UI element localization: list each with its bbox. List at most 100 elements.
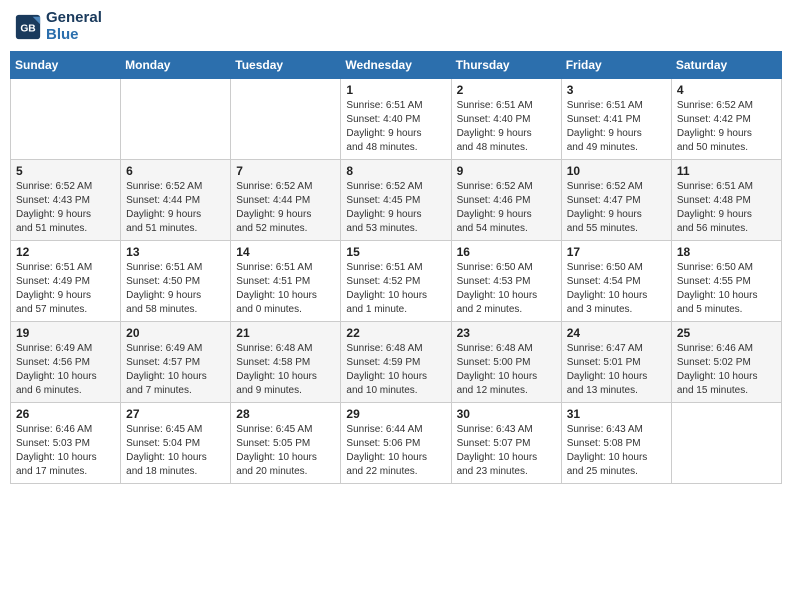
day-cell: 18Sunrise: 6:50 AM Sunset: 4:55 PM Dayli… — [671, 241, 781, 322]
day-info: Sunrise: 6:52 AM Sunset: 4:42 PM Dayligh… — [677, 99, 776, 155]
weekday-header-friday: Friday — [561, 52, 671, 79]
week-row-4: 19Sunrise: 6:49 AM Sunset: 4:56 PM Dayli… — [11, 322, 782, 403]
day-cell: 2Sunrise: 6:51 AM Sunset: 4:40 PM Daylig… — [451, 79, 561, 160]
day-cell: 26 Sunrise: 6:46 AM Sunset: 5:03 PM Dayli… — [11, 403, 121, 484]
day-info: Sunrise: 6:51 AM Sunset: 4:48 PM Dayligh… — [677, 180, 776, 236]
day-cell: 22 Sunrise: 6:48 AM Sunset: 4:59 PM Dayli… — [341, 322, 451, 403]
day-info: Sunrise: 6:51 AM Sunset: 4:40 PM Dayligh… — [346, 99, 445, 155]
weekday-header-thursday: Thursday — [451, 52, 561, 79]
day-cell: 27Sunrise: 6:45 AM Sunset: 5:04 PM Dayli… — [121, 403, 231, 484]
weekday-header-saturday: Saturday — [671, 52, 781, 79]
day-number: 25 — [677, 326, 776, 340]
day-number: 15 — [346, 245, 445, 259]
weekday-header-wednesday: Wednesday — [341, 52, 451, 79]
day-number: 10 — [567, 164, 666, 178]
day-number: 1 — [346, 83, 445, 97]
week-row-2: 5 Sunrise: 6:52 AM Sunset: 4:43 PM Daylig… — [11, 160, 782, 241]
day-number: 8 — [346, 164, 445, 178]
day-cell: 21 Sunrise: 6:48 AM Sunset: 4:58 PM Dayli… — [231, 322, 341, 403]
weekday-header-row: SundayMondayTuesdayWednesdayThursdayFrid… — [11, 52, 782, 79]
day-info: Sunrise: 6:51 AM Sunset: 4:41 PM Dayligh… — [567, 99, 666, 155]
day-cell: 25 Sunrise: 6:46 AM Sunset: 5:02 PM Dayli… — [671, 322, 781, 403]
day-info: Sunrise: 6:52 AM Sunset: 4:44 PM Dayligh… — [126, 180, 225, 236]
day-info: Sunrise: 6:51 AM Sunset: 4:52 PM Dayligh… — [346, 261, 445, 317]
day-info: Sunrise: 6:51 AM Sunset: 4:49 PM Dayligh… — [16, 261, 115, 317]
weekday-header-monday: Monday — [121, 52, 231, 79]
day-info: Sunrise: 6:46 AM Sunset: 5:03 PM Dayligh… — [16, 423, 115, 479]
day-info: Sunrise: 6:43 AM Sunset: 5:07 PM Dayligh… — [457, 423, 556, 479]
day-cell — [671, 403, 781, 484]
day-cell: 16 Sunrise: 6:50 AM Sunset: 4:53 PM Dayli… — [451, 241, 561, 322]
day-cell: 14 Sunrise: 6:51 AM Sunset: 4:51 PM Dayli… — [231, 241, 341, 322]
day-cell: 12 Sunrise: 6:51 AM Sunset: 4:49 PM Dayli… — [11, 241, 121, 322]
day-number: 26 — [16, 407, 115, 421]
day-info: Sunrise: 6:47 AM Sunset: 5:01 PM Dayligh… — [567, 342, 666, 398]
day-number: 12 — [16, 245, 115, 259]
day-info: Sunrise: 6:49 AM Sunset: 4:57 PM Dayligh… — [126, 342, 225, 398]
day-number: 9 — [457, 164, 556, 178]
day-number: 22 — [346, 326, 445, 340]
day-number: 3 — [567, 83, 666, 97]
day-cell: 29Sunrise: 6:44 AM Sunset: 5:06 PM Dayli… — [341, 403, 451, 484]
week-row-3: 12 Sunrise: 6:51 AM Sunset: 4:49 PM Dayli… — [11, 241, 782, 322]
svg-text:GB: GB — [20, 23, 35, 34]
day-cell: 13 Sunrise: 6:51 AM Sunset: 4:50 PM Dayli… — [121, 241, 231, 322]
day-info: Sunrise: 6:48 AM Sunset: 4:58 PM Dayligh… — [236, 342, 335, 398]
day-number: 23 — [457, 326, 556, 340]
day-info: Sunrise: 6:43 AM Sunset: 5:08 PM Dayligh… — [567, 423, 666, 479]
day-info: Sunrise: 6:52 AM Sunset: 4:44 PM Dayligh… — [236, 180, 335, 236]
day-info: Sunrise: 6:52 AM Sunset: 4:43 PM Dayligh… — [16, 180, 115, 236]
day-cell: 20 Sunrise: 6:49 AM Sunset: 4:57 PM Dayli… — [121, 322, 231, 403]
day-cell: 9 Sunrise: 6:52 AM Sunset: 4:46 PM Daylig… — [451, 160, 561, 241]
day-number: 29 — [346, 407, 445, 421]
day-cell — [121, 79, 231, 160]
day-info: Sunrise: 6:46 AM Sunset: 5:02 PM Dayligh… — [677, 342, 776, 398]
day-info: Sunrise: 6:51 AM Sunset: 4:50 PM Dayligh… — [126, 261, 225, 317]
day-cell: 1 Sunrise: 6:51 AM Sunset: 4:40 PM Daylig… — [341, 79, 451, 160]
day-cell: 31Sunrise: 6:43 AM Sunset: 5:08 PM Dayli… — [561, 403, 671, 484]
day-cell: 3 Sunrise: 6:51 AM Sunset: 4:41 PM Daylig… — [561, 79, 671, 160]
day-info: Sunrise: 6:51 AM Sunset: 4:51 PM Dayligh… — [236, 261, 335, 317]
day-number: 18 — [677, 245, 776, 259]
day-cell: 11 Sunrise: 6:51 AM Sunset: 4:48 PM Dayli… — [671, 160, 781, 241]
day-info: Sunrise: 6:52 AM Sunset: 4:46 PM Dayligh… — [457, 180, 556, 236]
day-info: Sunrise: 6:50 AM Sunset: 4:54 PM Dayligh… — [567, 261, 666, 317]
day-cell: 30 Sunrise: 6:43 AM Sunset: 5:07 PM Dayli… — [451, 403, 561, 484]
day-cell: 15 Sunrise: 6:51 AM Sunset: 4:52 PM Dayli… — [341, 241, 451, 322]
logo-text: General Blue — [46, 10, 102, 43]
week-row-5: 26 Sunrise: 6:46 AM Sunset: 5:03 PM Dayli… — [11, 403, 782, 484]
day-info: Sunrise: 6:48 AM Sunset: 5:00 PM Dayligh… — [457, 342, 556, 398]
day-number: 20 — [126, 326, 225, 340]
day-number: 6 — [126, 164, 225, 178]
day-cell: 10 Sunrise: 6:52 AM Sunset: 4:47 PM Dayli… — [561, 160, 671, 241]
day-info: Sunrise: 6:50 AM Sunset: 4:53 PM Dayligh… — [457, 261, 556, 317]
day-info: Sunrise: 6:52 AM Sunset: 4:47 PM Dayligh… — [567, 180, 666, 236]
day-cell: 23 Sunrise: 6:48 AM Sunset: 5:00 PM Dayli… — [451, 322, 561, 403]
day-cell: 4 Sunrise: 6:52 AM Sunset: 4:42 PM Daylig… — [671, 79, 781, 160]
day-cell: 19Sunrise: 6:49 AM Sunset: 4:56 PM Dayli… — [11, 322, 121, 403]
day-number: 7 — [236, 164, 335, 178]
day-number: 16 — [457, 245, 556, 259]
day-number: 21 — [236, 326, 335, 340]
logo: GB General Blue — [14, 10, 102, 43]
day-number: 11 — [677, 164, 776, 178]
calendar: SundayMondayTuesdayWednesdayThursdayFrid… — [10, 51, 782, 484]
day-number: 13 — [126, 245, 225, 259]
day-number: 14 — [236, 245, 335, 259]
day-info: Sunrise: 6:48 AM Sunset: 4:59 PM Dayligh… — [346, 342, 445, 398]
day-cell — [231, 79, 341, 160]
logo-icon: GB — [14, 13, 42, 41]
day-number: 27 — [126, 407, 225, 421]
weekday-header-tuesday: Tuesday — [231, 52, 341, 79]
day-cell: 6 Sunrise: 6:52 AM Sunset: 4:44 PM Daylig… — [121, 160, 231, 241]
day-number: 30 — [457, 407, 556, 421]
day-cell: 8 Sunrise: 6:52 AM Sunset: 4:45 PM Daylig… — [341, 160, 451, 241]
day-info: Sunrise: 6:51 AM Sunset: 4:40 PM Dayligh… — [457, 99, 556, 155]
day-info: Sunrise: 6:52 AM Sunset: 4:45 PM Dayligh… — [346, 180, 445, 236]
day-number: 4 — [677, 83, 776, 97]
day-info: Sunrise: 6:45 AM Sunset: 5:05 PM Dayligh… — [236, 423, 335, 479]
weekday-header-sunday: Sunday — [11, 52, 121, 79]
day-number: 28 — [236, 407, 335, 421]
day-number: 5 — [16, 164, 115, 178]
page-header: GB General Blue — [10, 10, 782, 43]
